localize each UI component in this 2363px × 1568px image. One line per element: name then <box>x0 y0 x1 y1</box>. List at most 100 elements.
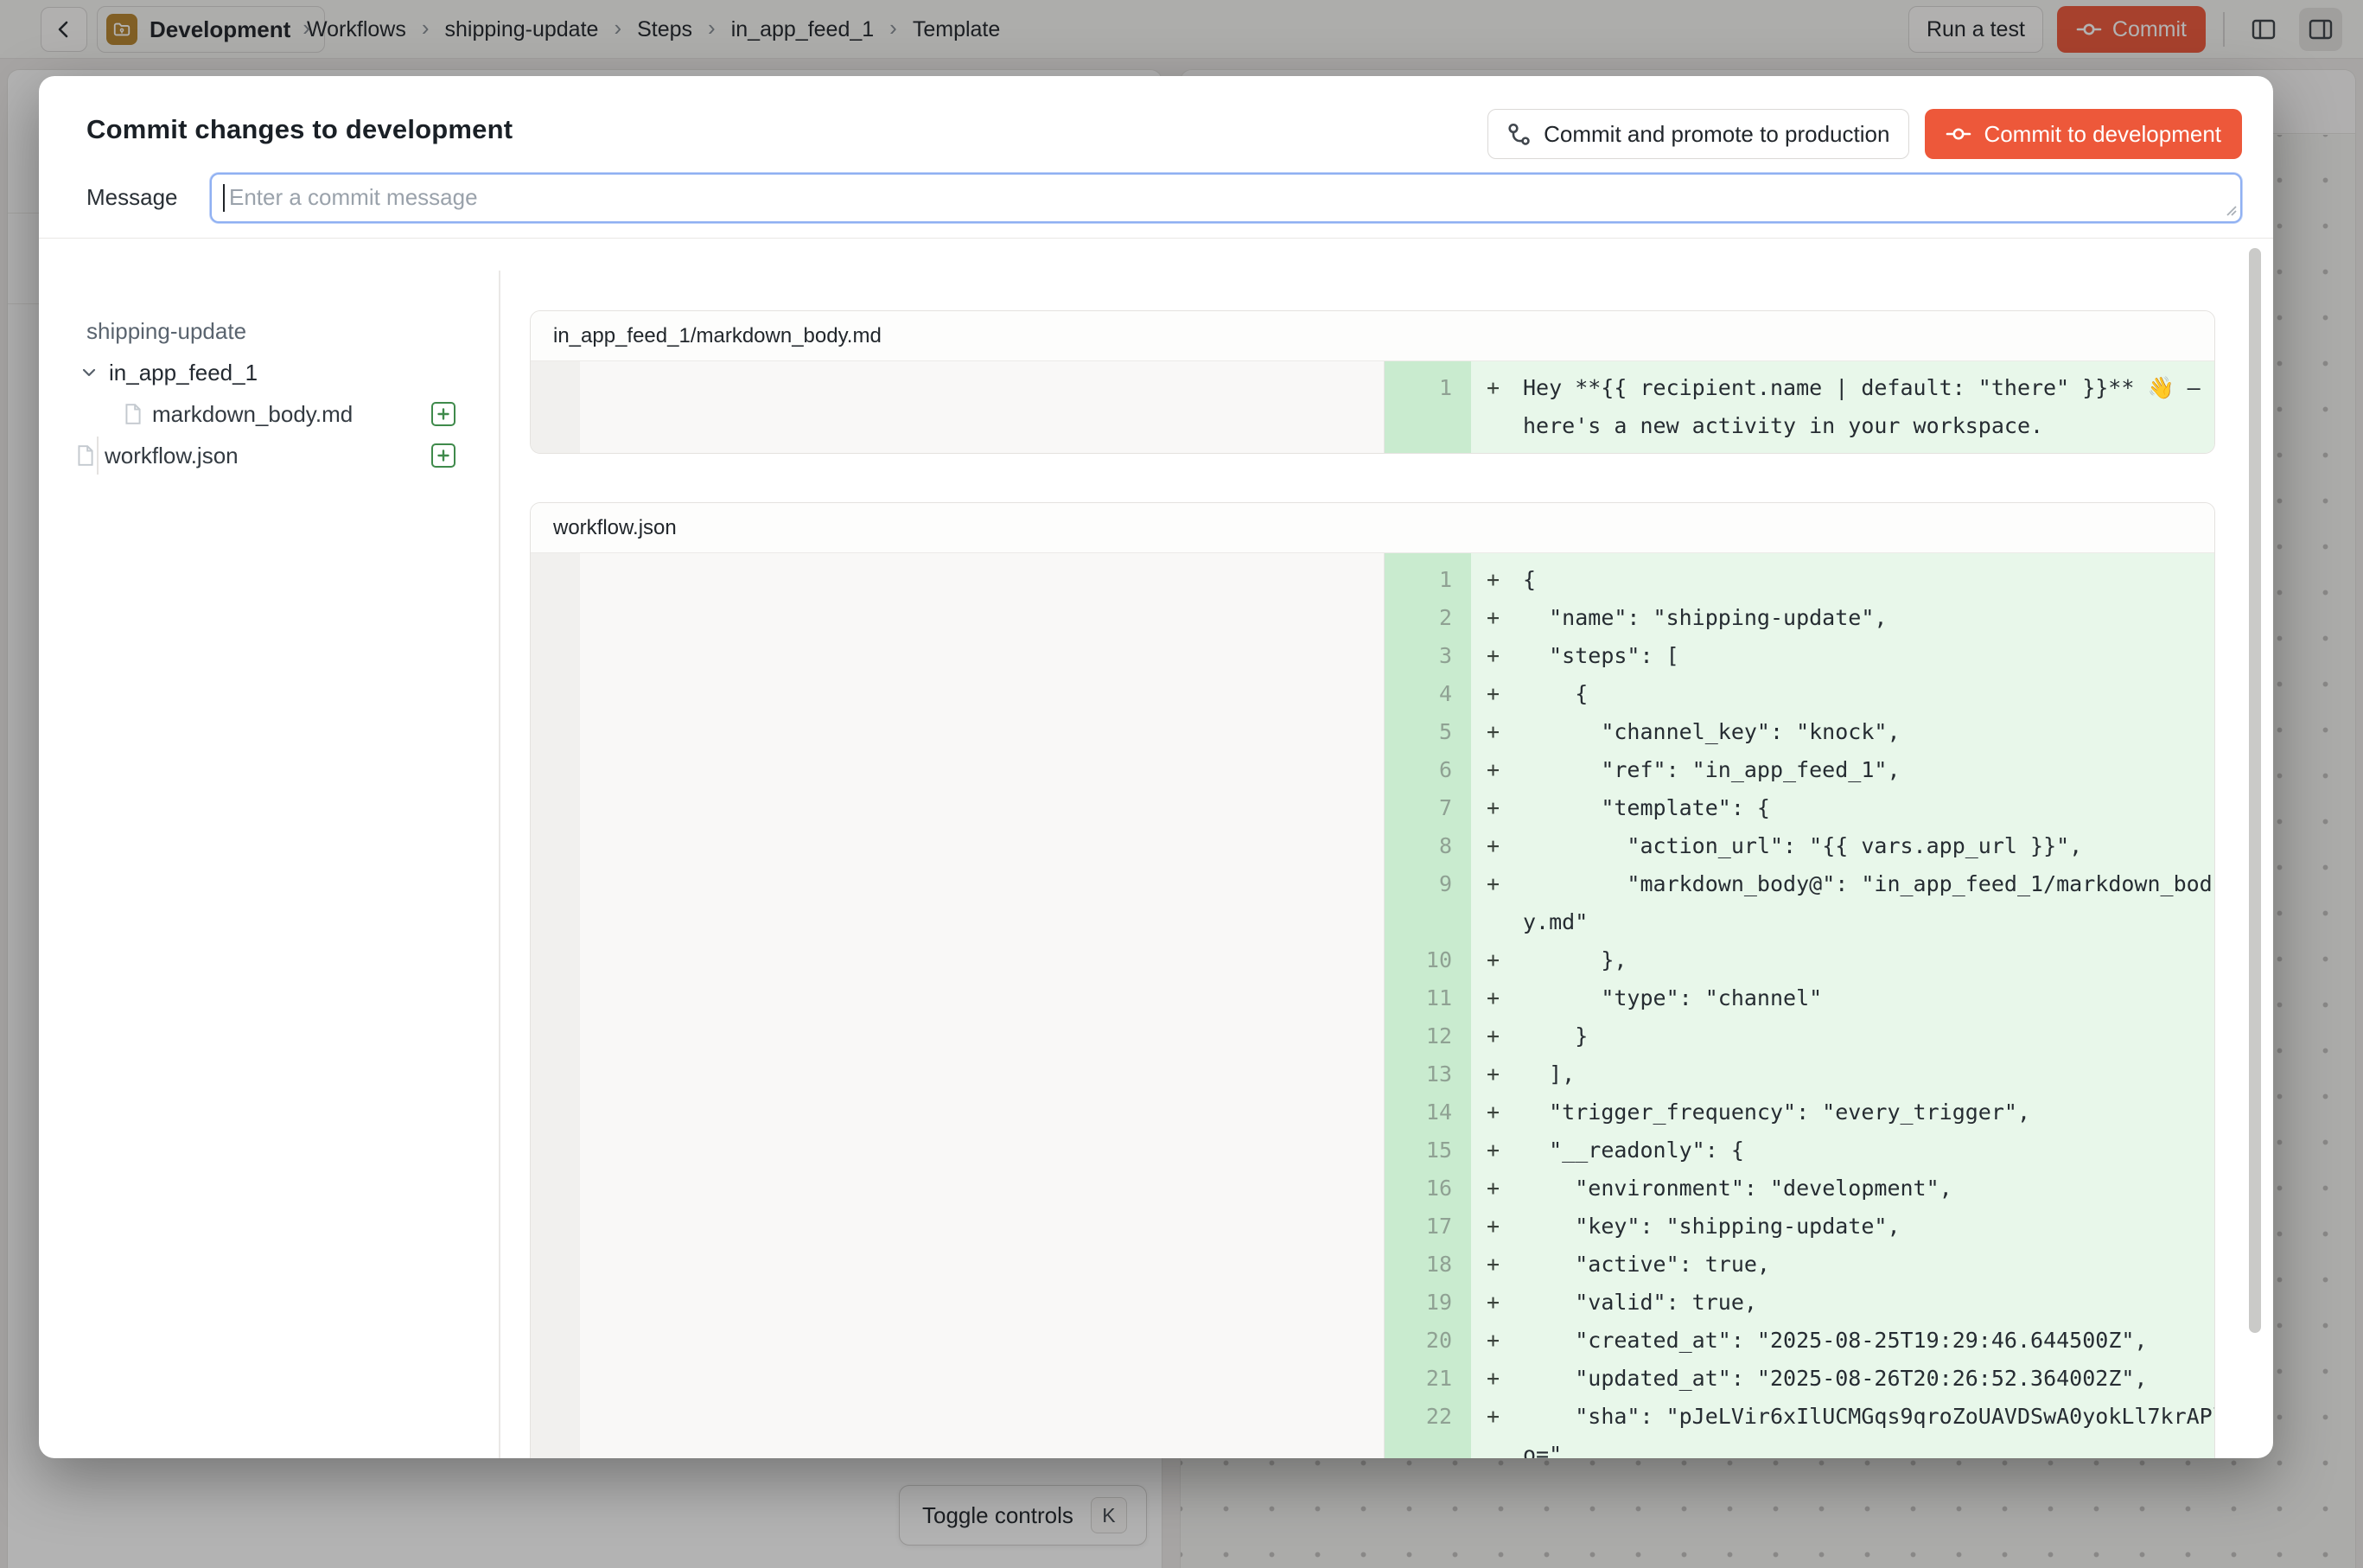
commit-modal-body: shipping-update in_app_feed_1 markdown_b… <box>39 239 2273 1458</box>
diff-line-text: "name": "shipping-update", <box>1523 599 2215 637</box>
commit-icon <box>1946 121 1971 147</box>
diff-added-marker: + <box>1471 979 1523 1017</box>
diff-line-text: "active": true, <box>1523 1246 2215 1284</box>
diff-line-text: "action_url": "{{ vars.app_url }}", <box>1523 827 2215 865</box>
diff-pad-row <box>1385 361 2215 369</box>
diff-list: in_app_feed_1/markdown_body.md 1+Hey **{{… <box>530 310 2215 1458</box>
chevron-down-icon <box>80 363 99 382</box>
diff-old-side <box>531 553 1385 1458</box>
diff-added-line: 15+ "__readonly": { <box>1385 1131 2215 1170</box>
diff-added-marker: + <box>1471 1360 1523 1398</box>
tree-folder-in-app-feed[interactable]: in_app_feed_1 <box>75 352 486 393</box>
promote-icon <box>1507 122 1532 146</box>
diff-line-number: 22 <box>1385 1398 1471 1458</box>
modal-actions: Commit and promote to production Commit … <box>1487 109 2242 159</box>
diff-line-number: 11 <box>1385 979 1471 1017</box>
diff-line-text: "environment": "development", <box>1523 1170 2215 1208</box>
diff-line-number: 20 <box>1385 1322 1471 1360</box>
diff-added-marker: + <box>1471 1170 1523 1208</box>
diff-old-side <box>531 361 1385 453</box>
commit-modal: Commit changes to development Commit and… <box>39 76 2273 1458</box>
diff-added-line: 17+ "key": "shipping-update", <box>1385 1208 2215 1246</box>
tree-root-workflow[interactable]: shipping-update <box>75 310 486 352</box>
diff-added-line: 7+ "template": { <box>1385 789 2215 827</box>
diff-new-side: 1+{2+ "name": "shipping-update",3+ "step… <box>1385 553 2215 1458</box>
diff-file-name: workflow.json <box>531 503 2214 553</box>
diff-line-number: 6 <box>1385 751 1471 789</box>
diff-line-number: 21 <box>1385 1360 1471 1398</box>
diff-line-text: { <box>1523 561 2215 599</box>
diff-line-number: 19 <box>1385 1284 1471 1322</box>
diff-new-side: 1+Hey **{{ recipient.name | default: "th… <box>1385 361 2215 453</box>
diff-added-marker: + <box>1471 561 1523 599</box>
message-input-wrap <box>210 173 2242 223</box>
diff-added-line: 9+ "markdown_body@": "in_app_feed_1/mark… <box>1385 865 2215 941</box>
diff-added-line: 20+ "created_at": "2025-08-25T19:29:46.6… <box>1385 1322 2215 1360</box>
tree-diff-divider <box>499 271 500 1458</box>
diff-line-text: "steps": [ <box>1523 637 2215 675</box>
file-icon <box>123 403 143 425</box>
diff-line-text: "sha": "pJeLVir6xIlUCMGqs9qroZoUAVDSwA0y… <box>1523 1398 2215 1458</box>
diff-added-marker: + <box>1471 1208 1523 1246</box>
commit-to-development-button[interactable]: Commit to development <box>1925 109 2242 159</box>
modal-scrollbar-thumb[interactable] <box>2249 248 2261 1333</box>
changed-files-tree: shipping-update in_app_feed_1 markdown_b… <box>75 310 486 476</box>
diff-card: in_app_feed_1/markdown_body.md 1+Hey **{{… <box>530 310 2215 454</box>
diff-line-number: 5 <box>1385 713 1471 751</box>
diff-added-marker: + <box>1471 865 1523 941</box>
diff-line-text: { <box>1523 675 2215 713</box>
diff-line-number: 7 <box>1385 789 1471 827</box>
diff-added-line: 10+ }, <box>1385 941 2215 979</box>
diff-split-view: 1+Hey **{{ recipient.name | default: "th… <box>531 361 2214 453</box>
diff-line-number: 4 <box>1385 675 1471 713</box>
diff-line-text: "template": { <box>1523 789 2215 827</box>
commit-modal-header: Commit changes to development Commit and… <box>39 76 2273 239</box>
diff-line-number: 3 <box>1385 637 1471 675</box>
diff-line-number: 12 <box>1385 1017 1471 1055</box>
diff-line-number-gutter <box>1385 445 1471 453</box>
diff-added-line: 3+ "steps": [ <box>1385 637 2215 675</box>
diff-added-line: 5+ "channel_key": "knock", <box>1385 713 2215 751</box>
diff-line-number: 1 <box>1385 561 1471 599</box>
diff-split-view: 1+{2+ "name": "shipping-update",3+ "step… <box>531 553 2214 1458</box>
file-icon <box>75 444 96 467</box>
diff-added-line: 13+ ], <box>1385 1055 2215 1093</box>
diff-file-name: in_app_feed_1/markdown_body.md <box>531 311 2214 361</box>
diff-added-marker: + <box>1471 789 1523 827</box>
tree-file-markdown-body[interactable]: markdown_body.md <box>75 393 486 435</box>
diff-line-text: "ref": "in_app_feed_1", <box>1523 751 2215 789</box>
diff-line-text: }, <box>1523 941 2215 979</box>
modal-title: Commit changes to development <box>86 114 513 145</box>
text-caret <box>223 184 225 212</box>
diff-added-line: 22+ "sha": "pJeLVir6xIlUCMGqs9qroZoUAVDS… <box>1385 1398 2215 1458</box>
commit-message-input[interactable] <box>210 173 2242 223</box>
diff-line-number: 18 <box>1385 1246 1471 1284</box>
diff-added-line: 19+ "valid": true, <box>1385 1284 2215 1322</box>
diff-added-line: 1+Hey **{{ recipient.name | default: "th… <box>1385 369 2215 445</box>
diff-added-marker: + <box>1471 827 1523 865</box>
diff-line-number: 14 <box>1385 1093 1471 1131</box>
diff-line-text: "channel_key": "knock", <box>1523 713 2215 751</box>
diff-line-text: "created_at": "2025-08-25T19:29:46.64450… <box>1523 1322 2215 1360</box>
diff-line-number: 2 <box>1385 599 1471 637</box>
diff-added-line: 12+ } <box>1385 1017 2215 1055</box>
message-label: Message <box>86 184 178 211</box>
diff-added-marker: + <box>1471 1055 1523 1093</box>
diff-added-line: 21+ "updated_at": "2025-08-26T20:26:52.3… <box>1385 1360 2215 1398</box>
diff-added-marker: + <box>1471 1131 1523 1170</box>
commit-and-promote-button[interactable]: Commit and promote to production <box>1487 109 1909 159</box>
diff-line-text: "markdown_body@": "in_app_feed_1/markdow… <box>1523 865 2215 941</box>
diff-added-marker: + <box>1471 1322 1523 1360</box>
diff-added-line: 1+{ <box>1385 561 2215 599</box>
resize-grip-icon[interactable] <box>2224 203 2238 217</box>
diff-line-number: 16 <box>1385 1170 1471 1208</box>
diff-added-marker: + <box>1471 675 1523 713</box>
diff-line-text: } <box>1523 1017 2215 1055</box>
diff-added-marker: + <box>1471 369 1523 445</box>
diff-added-line: 2+ "name": "shipping-update", <box>1385 599 2215 637</box>
diff-added-line: 16+ "environment": "development", <box>1385 1170 2215 1208</box>
tree-file-workflow-json[interactable]: workflow.json <box>75 435 486 476</box>
tree-indent-guide <box>97 437 99 475</box>
diff-added-line: 11+ "type": "channel" <box>1385 979 2215 1017</box>
diff-pad-row <box>1385 553 2215 561</box>
